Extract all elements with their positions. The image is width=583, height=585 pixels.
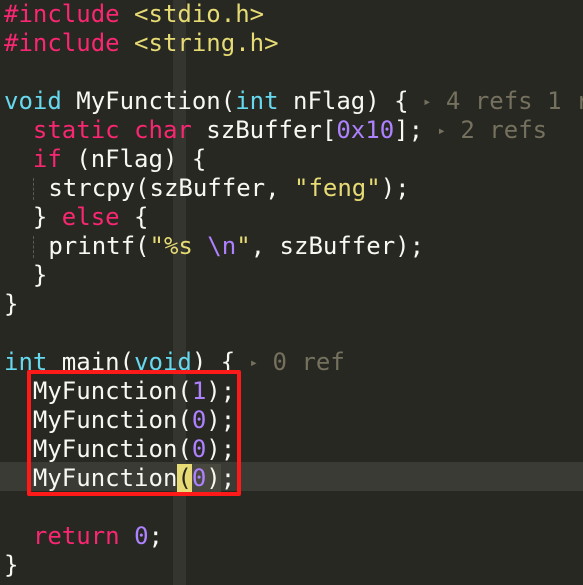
code-token: void bbox=[4, 87, 62, 115]
code-token: MyFunction( bbox=[61, 87, 236, 115]
code-line-8[interactable]: } else { bbox=[4, 203, 149, 232]
codelens-arrow-icon: ▸ bbox=[249, 355, 259, 371]
code-line-10[interactable]: } bbox=[4, 261, 47, 290]
code-token: #include bbox=[4, 29, 120, 57]
code-token: nFlag) { bbox=[278, 87, 424, 115]
code-token: } bbox=[4, 261, 48, 289]
code-token: int bbox=[235, 87, 279, 115]
code-token: static bbox=[32, 116, 120, 144]
code-token: char bbox=[134, 116, 192, 144]
code-line-2[interactable]: #include <string.h> bbox=[4, 29, 279, 58]
code-token: " bbox=[236, 232, 251, 260]
codelens-arrow-icon: ▸ bbox=[437, 123, 446, 139]
code-line-11[interactable]: } bbox=[4, 290, 18, 319]
code-line-4[interactable]: void MyFunction(int nFlag) { ▸ 4 refs 1 … bbox=[4, 87, 583, 116]
code-token: "feng" bbox=[294, 174, 381, 202]
code-token: szBuffer[ bbox=[191, 116, 337, 144]
code-token: if bbox=[32, 145, 62, 173]
code-token: (nFlag) { bbox=[61, 145, 207, 173]
code-token: #include bbox=[4, 0, 120, 28]
code-token: ); bbox=[380, 174, 410, 202]
code-line-5[interactable]: static char szBuffer[0x10]; ▸ 2 refs bbox=[4, 116, 547, 145]
code-line-20[interactable]: } bbox=[4, 551, 18, 580]
code-line-7[interactable]: strcpy(szBuffer, "feng"); bbox=[4, 174, 410, 203]
code-token: "%s bbox=[149, 232, 208, 260]
code-token: printf( bbox=[33, 232, 150, 260]
code-token: , szBuffer); bbox=[250, 232, 425, 260]
annotation-red-box bbox=[27, 370, 241, 496]
code-line-19[interactable]: return 0; bbox=[4, 522, 163, 551]
code-token: \n bbox=[207, 232, 237, 260]
code-token: } bbox=[4, 290, 19, 318]
code-token: 0x10 bbox=[336, 116, 395, 144]
code-token: { bbox=[119, 203, 149, 231]
code-token: ; bbox=[148, 522, 163, 550]
code-token: ]; bbox=[394, 116, 438, 144]
code-token: 0 bbox=[134, 522, 149, 550]
code-editor[interactable]: #include <stdio.h> #include <string.h> voi… bbox=[0, 0, 583, 585]
code-token: else bbox=[61, 203, 120, 231]
codelens-refs[interactable]: 4 refs 1 re bbox=[431, 87, 583, 115]
code-line-9[interactable]: printf("%s \n", szBuffer); bbox=[4, 232, 424, 261]
code-line-6[interactable]: if (nFlag) { bbox=[4, 145, 206, 174]
codelens-refs[interactable]: 0 ref bbox=[258, 348, 345, 376]
code-token: } bbox=[4, 551, 19, 579]
code-token: } bbox=[4, 203, 62, 231]
code-token: return bbox=[32, 522, 120, 550]
code-token: <string.h> bbox=[134, 29, 279, 57]
code-token: <stdio.h> bbox=[134, 0, 265, 28]
code-line-1[interactable]: #include <stdio.h> bbox=[4, 0, 264, 29]
code-token: strcpy(szBuffer, bbox=[33, 174, 294, 202]
codelens-refs[interactable]: 2 refs bbox=[446, 116, 547, 144]
